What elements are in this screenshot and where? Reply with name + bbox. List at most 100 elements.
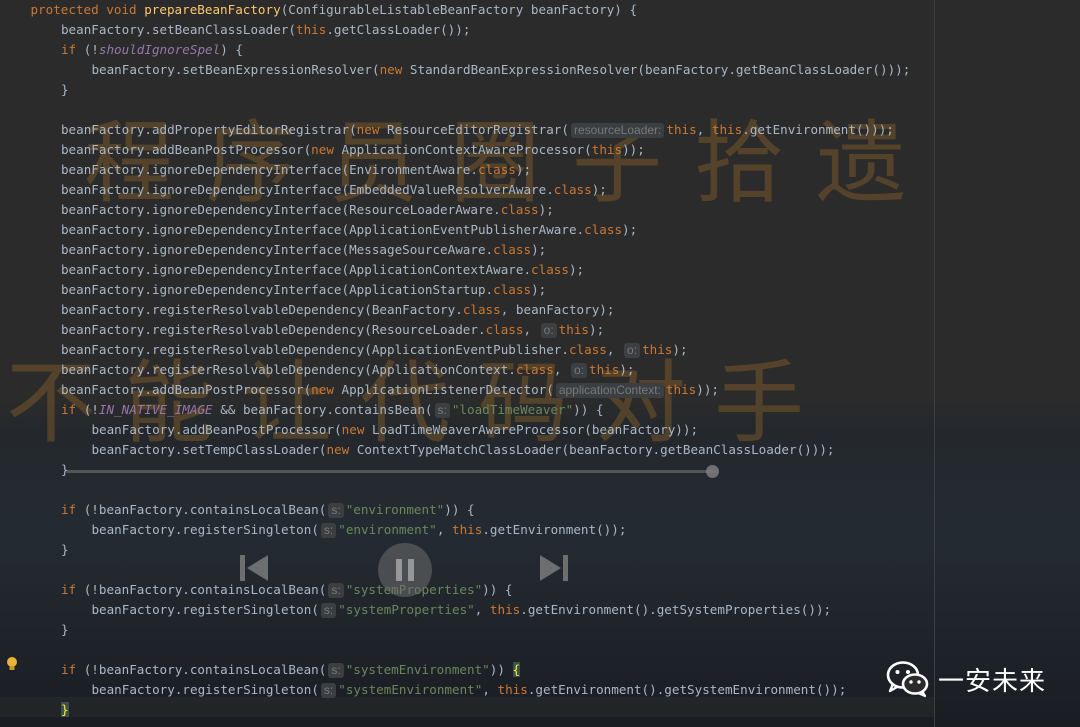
- keyword: this: [497, 682, 528, 697]
- keyword: this: [452, 522, 483, 537]
- code-line[interactable]: beanFactory.addBeanPostProcessor(new App…: [61, 380, 719, 400]
- code-line[interactable]: beanFactory.registerResolvableDependency…: [61, 340, 688, 360]
- keyword: class: [500, 202, 539, 217]
- code-line[interactable]: beanFactory.ignoreDependencyInterface(En…: [61, 160, 531, 180]
- code-line[interactable]: beanFactory.registerResolvableDependency…: [61, 360, 635, 380]
- code-line[interactable]: }: [61, 80, 69, 100]
- code-line[interactable]: if (!beanFactory.containsLocalBean(s:"sy…: [61, 580, 513, 600]
- brand-tag: 一安未来: [886, 654, 1046, 704]
- keyword: if: [60, 502, 84, 517]
- code-text: beanFactory.ignoreDependencyInterface(Me…: [60, 242, 494, 257]
- code-line[interactable]: beanFactory.ignoreDependencyInterface(Ap…: [61, 260, 584, 280]
- code-line[interactable]: beanFactory.setBeanExpressionResolver(ne…: [91, 60, 910, 80]
- field-reference: shouldIgnoreSpel: [98, 42, 221, 57]
- keyword: this: [558, 322, 590, 337]
- code-line[interactable]: beanFactory.registerSingleton(s: "systemP…: [91, 600, 831, 620]
- code-line[interactable]: beanFactory.addBeanPostProcessor(new App…: [61, 140, 645, 160]
- parameter-hint: s:: [434, 403, 450, 418]
- code-text: beanFactory.setBeanExpressionResolver(: [91, 62, 380, 77]
- code-line[interactable]: beanFactory.addBeanPostProcessor(new Loa…: [91, 420, 698, 440]
- pause-icon: [396, 559, 414, 581]
- code-line[interactable]: beanFactory.ignoreDependencyInterface(Ap…: [61, 220, 637, 240]
- keyword: protected void: [30, 2, 145, 17]
- pause-button[interactable]: [378, 543, 432, 597]
- code-line[interactable]: beanFactory.registerSingleton(s: "environ…: [91, 520, 626, 540]
- keyword: class: [584, 222, 623, 237]
- code-text: beanFactory.ignoreDependencyInterface(Ap…: [60, 222, 585, 237]
- code-text: )) {: [482, 582, 513, 597]
- previous-button[interactable]: [236, 550, 272, 586]
- keyword: if: [60, 662, 84, 677]
- parameter-hint: s:: [320, 523, 337, 538]
- code-text: beanFactory.addPropertyEditorRegistrar(: [60, 122, 357, 137]
- code-text: && beanFactory.containsBean(: [212, 402, 433, 417]
- code-line[interactable]: protected void prepareBeanFactory(Config…: [30, 0, 637, 20]
- code-text: ApplicationContextAwareProcessor(: [341, 142, 592, 157]
- code-line[interactable]: beanFactory.registerResolvableDependency…: [61, 300, 615, 320]
- lightbulb-icon[interactable]: [5, 656, 19, 672]
- code-text: beanFactory.registerSingleton(: [91, 522, 319, 537]
- video-progress-track[interactable]: [66, 470, 716, 473]
- parameter-hint: s:: [320, 683, 337, 698]
- code-text: (ConfigurableListableBeanFactory beanFac…: [280, 2, 638, 17]
- parameter-hint: s:: [320, 603, 337, 618]
- code-text: ,: [553, 362, 569, 377]
- brand-name: 一安未来: [938, 666, 1047, 697]
- string-literal: "systemEnvironment": [338, 682, 483, 697]
- code-line[interactable]: if (!IN_NATIVE_IMAGE && beanFactory.cont…: [61, 400, 604, 420]
- code-text: ContextTypeMatchClassLoader(beanFactory.…: [356, 442, 835, 457]
- code-text: ,: [436, 522, 452, 537]
- code-text: (!beanFactory.containsLocalBean(: [83, 502, 327, 517]
- code-text: (!beanFactory.containsLocalBean(: [83, 662, 327, 677]
- code-line[interactable]: beanFactory.registerSingleton(s: "systemE…: [91, 680, 846, 700]
- parameter-hint: o:: [570, 363, 587, 378]
- parameter-hint: s:: [328, 503, 344, 518]
- code-text: beanFactory.registerResolvableDependency…: [60, 342, 569, 357]
- code-line[interactable]: beanFactory.ignoreDependencyInterface(Ap…: [61, 280, 546, 300]
- next-button[interactable]: [536, 550, 572, 586]
- code-text: ,: [606, 342, 623, 357]
- keyword: this: [489, 602, 521, 617]
- keyword: this: [296, 22, 327, 37]
- code-line[interactable]: beanFactory.registerResolvableDependency…: [61, 320, 604, 340]
- code-line[interactable]: beanFactory.ignoreDependencyInterface(Re…: [61, 200, 554, 220]
- code-line[interactable]: beanFactory.addPropertyEditorRegistrar(n…: [61, 120, 894, 140]
- code-text: }: [60, 82, 69, 97]
- code-text: .getEnvironment());: [482, 522, 627, 537]
- keyword: class: [553, 182, 592, 197]
- code-line[interactable]: beanFactory.ignoreDependencyInterface(Me…: [61, 240, 546, 260]
- keyword: this: [666, 122, 697, 137]
- parameter-hint: s:: [328, 583, 344, 598]
- code-line[interactable]: beanFactory.setBeanClassLoader(this.getC…: [61, 20, 470, 40]
- video-progress-handle[interactable]: [706, 465, 719, 478]
- keyword: this: [665, 382, 697, 397]
- code-text: StandardBeanExpressionResolver(beanFacto…: [409, 62, 911, 77]
- keyword: new: [379, 62, 410, 77]
- code-line[interactable]: }: [60, 700, 69, 720]
- keyword: new: [341, 422, 372, 437]
- code-line[interactable]: beanFactory.ignoreDependencyInterface(Em…: [61, 180, 607, 200]
- code-text: .getEnvironment().getSystemProperties())…: [520, 602, 832, 617]
- method-name: prepareBeanFactory: [144, 2, 281, 17]
- code-text: );: [622, 222, 638, 237]
- skip-previous-icon: [240, 555, 268, 581]
- code-line[interactable]: if (!beanFactory.containsLocalBean(s:"sy…: [60, 660, 521, 680]
- code-text: );: [531, 282, 547, 297]
- string-literal: "loadTimeWeaver": [451, 402, 574, 417]
- code-line[interactable]: }: [61, 540, 69, 560]
- parameter-hint: s:: [328, 663, 344, 678]
- keyword: class: [531, 262, 569, 277]
- code-text: );: [672, 342, 688, 357]
- code-text: );: [589, 322, 605, 337]
- code-text: (!beanFactory.containsLocalBean(: [83, 582, 327, 597]
- code-text: beanFactory.setBeanClassLoader(: [60, 22, 296, 37]
- keyword: class: [493, 242, 532, 257]
- code-text: )) {: [573, 402, 604, 417]
- code-line[interactable]: }: [61, 620, 69, 640]
- code-editor[interactable]: 程序员圈子拾遗 不能让代码对手 protected void prepareBe…: [0, 0, 1080, 727]
- code-line[interactable]: if (!beanFactory.containsLocalBean(s: "en…: [61, 500, 475, 520]
- code-line[interactable]: if (!shouldIgnoreSpel) {: [61, 40, 243, 60]
- code-text: beanFactory.ignoreDependencyInterface(Ap…: [60, 262, 532, 277]
- code-line[interactable]: beanFactory.setTempClassLoader(new Conte…: [91, 440, 834, 460]
- wechat-icon: [886, 661, 929, 698]
